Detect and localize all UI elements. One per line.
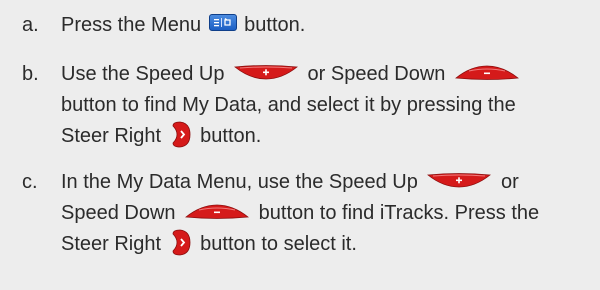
step-text: button to select it. [194, 233, 357, 255]
step-text: Speed Down [61, 202, 182, 224]
step-text: Steer Right [61, 125, 167, 147]
instruction-list: a. Press the Menu button. b. Use the Spe… [0, 0, 600, 290]
steer-right-button-icon [171, 229, 191, 256]
step-text: or [495, 171, 519, 193]
speed-down-button-icon [454, 65, 519, 81]
step-text: In the My Data Menu, use the Speed Up [61, 171, 424, 193]
step-letter: c. [22, 171, 38, 193]
step-letter: b. [22, 63, 39, 85]
steer-right-button-icon [171, 121, 191, 148]
speed-up-button-icon [234, 65, 298, 80]
step-text: button to find iTracks. Press the [253, 202, 540, 224]
step-text: Use the Speed Up [61, 63, 230, 85]
speed-down-button-icon [185, 204, 250, 220]
step-text: or Speed Down [302, 63, 451, 85]
speed-up-button-icon [427, 173, 492, 188]
step-text: button. [238, 14, 306, 36]
step-text: Press the Menu [61, 14, 207, 36]
step-letter: a. [22, 14, 39, 36]
step-text: Steer Right [61, 233, 167, 255]
step-text: button to find My Data, and select it by… [61, 94, 516, 116]
step-text: button. [194, 125, 262, 147]
menu-button-icon [208, 14, 237, 32]
